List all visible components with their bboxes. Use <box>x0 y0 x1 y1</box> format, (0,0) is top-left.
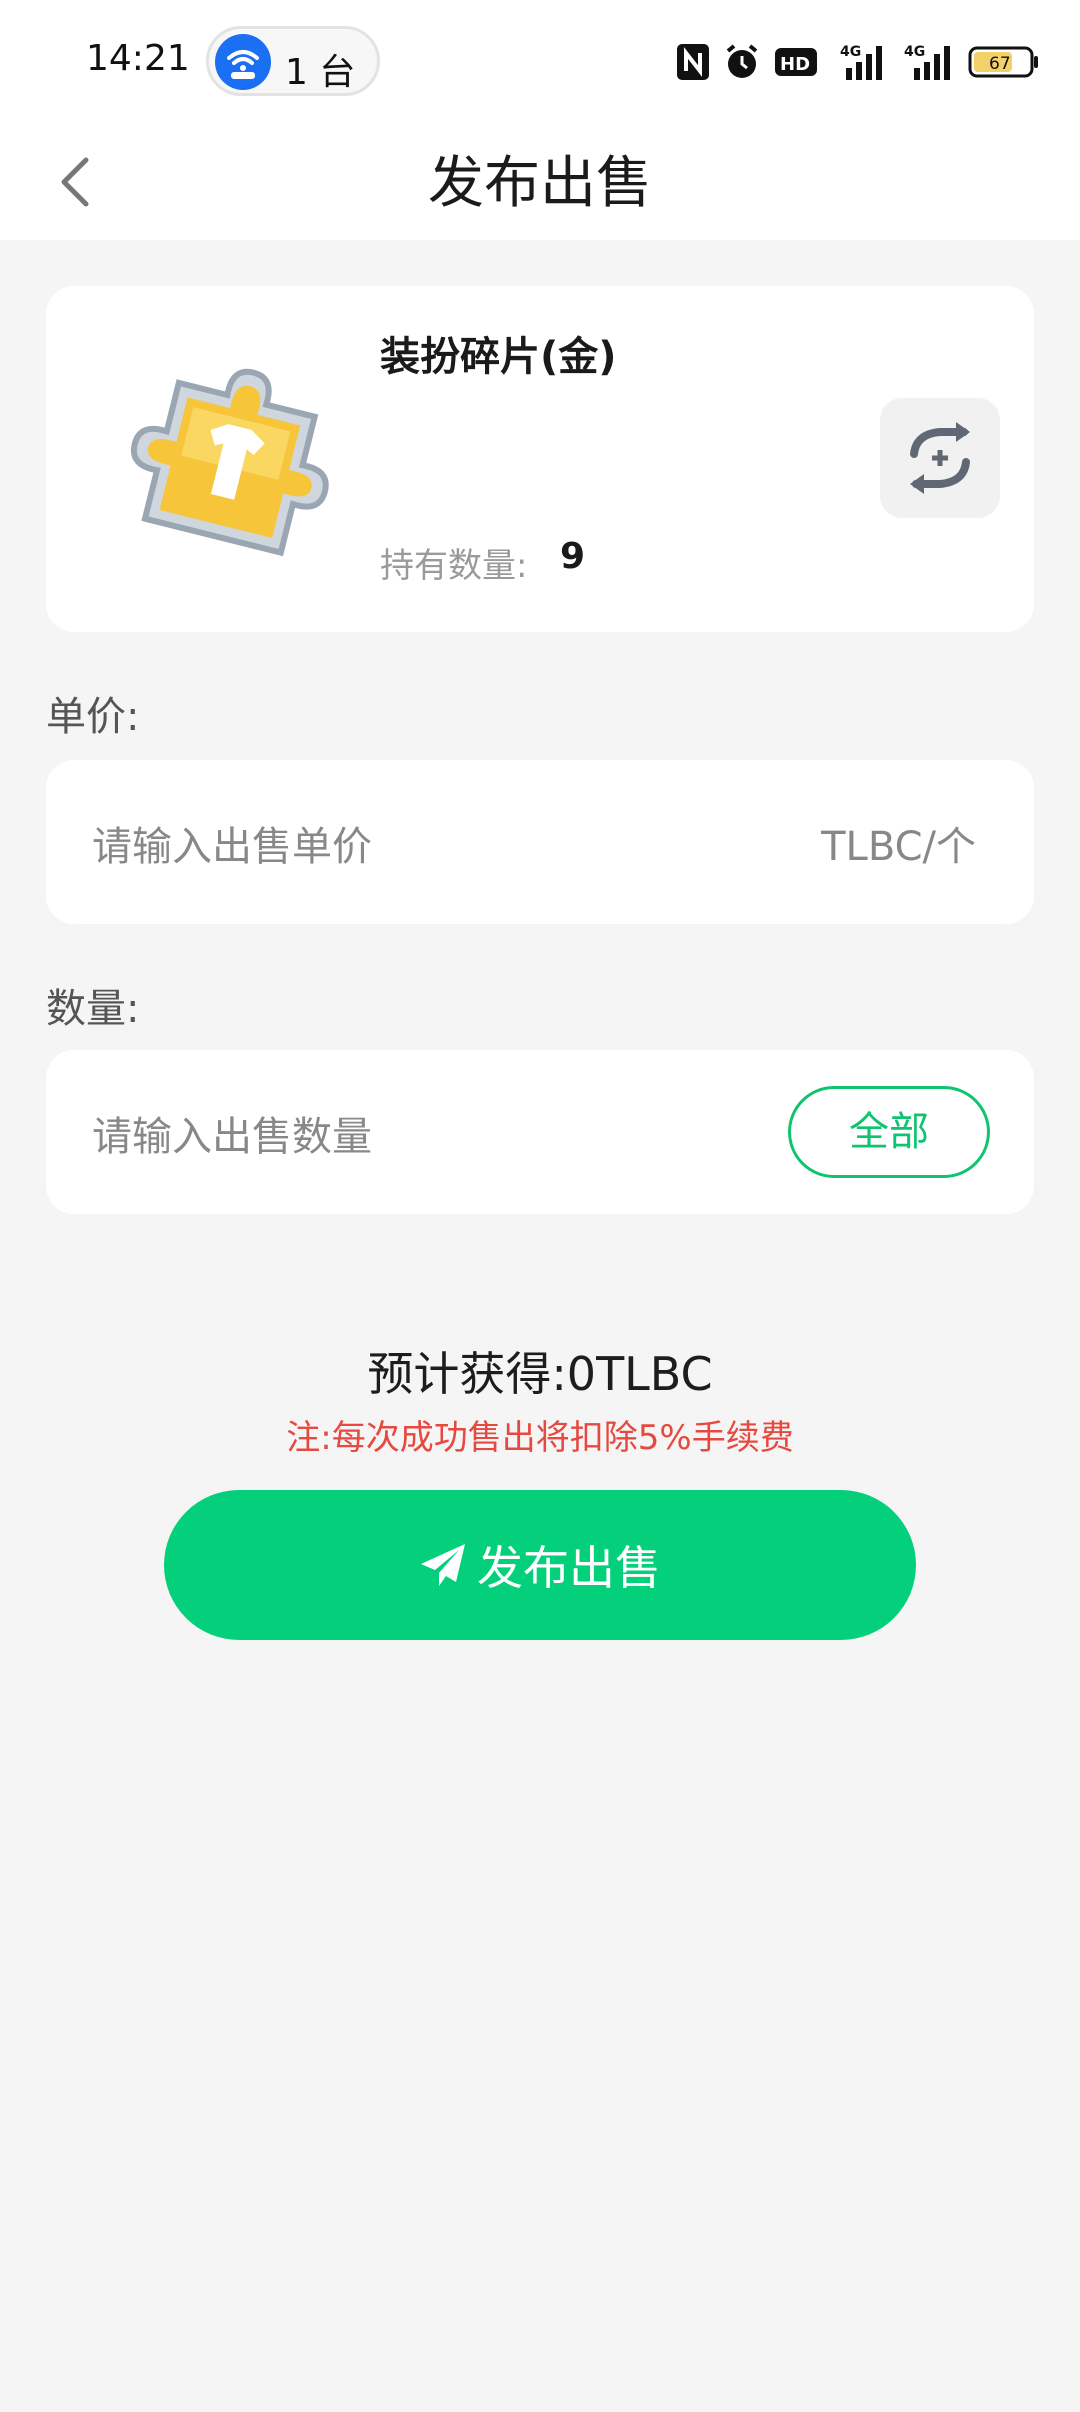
status-time: 14:21 <box>86 38 190 79</box>
price-input[interactable]: 请输入出售单价 TLBC/个 <box>46 760 1034 924</box>
battery-level: 67 <box>989 54 1011 74</box>
quantity-input-placeholder: 请输入出售数量 <box>92 1114 372 1160</box>
svg-text:4G: 4G <box>840 44 861 60</box>
system-icons: HD 4G 4G 67 <box>676 40 1040 84</box>
page-title: 发布出售 <box>428 151 652 216</box>
hold-quantity-label: 持有数量: <box>380 546 528 586</box>
wifi-hotspot-icon <box>215 34 271 90</box>
hotspot-indicator[interactable]: 1 台 <box>206 26 380 96</box>
hd-icon: HD <box>775 48 817 76</box>
svg-text:HD: HD <box>780 54 810 75</box>
publish-sale-button[interactable]: 发布出售 <box>164 1490 916 1640</box>
price-input-placeholder: 请输入出售单价 <box>92 824 372 870</box>
quantity-input[interactable]: 请输入出售数量 全部 <box>46 1050 1034 1214</box>
estimated-earnings: 预计获得:0TLBC <box>367 1347 713 1401</box>
publish-sale-label: 发布出售 <box>477 1541 661 1595</box>
nfc-icon <box>677 44 709 80</box>
alarm-icon <box>726 44 758 78</box>
gold-puzzle-shirt-icon <box>130 368 329 557</box>
switch-item-button[interactable] <box>880 398 1000 518</box>
quantity-label: 数量: <box>46 986 140 1032</box>
paper-plane-icon <box>421 1544 465 1586</box>
swap-icon <box>910 422 970 494</box>
status-bar: 14:21 1 台 HD 4G 4G 67 <box>0 0 1080 124</box>
hold-quantity-value: 9 <box>560 536 586 577</box>
battery-icon: 67 <box>968 46 1038 78</box>
fee-notice: 注:每次成功售出将扣除5%手续费 <box>286 1418 794 1458</box>
signal-4g-icon: 4G <box>904 44 950 80</box>
item-name: 装扮碎片(金) <box>380 334 617 380</box>
item-card: 装扮碎片(金) 持有数量: 9 <box>46 286 1034 632</box>
price-unit: TLBC/个 <box>821 824 976 870</box>
price-label: 单价: <box>46 694 140 740</box>
signal-4g-icon: 4G <box>840 44 882 80</box>
hotspot-count: 1 台 <box>285 52 356 93</box>
all-quantity-button[interactable]: 全部 <box>788 1086 990 1178</box>
nav-bar: 发布出售 <box>0 124 1080 240</box>
svg-text:4G: 4G <box>904 44 925 60</box>
